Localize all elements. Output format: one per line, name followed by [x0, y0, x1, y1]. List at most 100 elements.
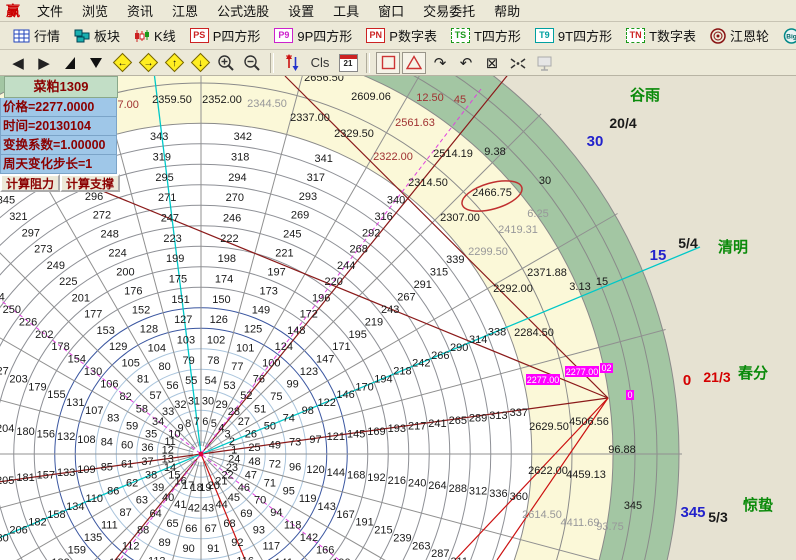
- menu-browse[interactable]: 浏览: [80, 0, 110, 21]
- svg-text:156: 156: [37, 429, 55, 441]
- menu-gann[interactable]: 江恩: [170, 0, 200, 21]
- blocks-button[interactable]: 板块: [69, 24, 125, 47]
- t9-square-button[interactable]: T9 9T四方形: [530, 24, 617, 47]
- prev-button[interactable]: ◀: [6, 52, 30, 74]
- converge-button[interactable]: [506, 52, 530, 74]
- svg-text:345: 345: [680, 504, 705, 521]
- svg-text:95: 95: [283, 485, 295, 497]
- svg-text:52: 52: [240, 390, 252, 402]
- pan-left-button[interactable]: ←: [110, 52, 134, 74]
- gann-wheel-button[interactable]: 江恩轮: [705, 24, 774, 47]
- svg-text:195: 195: [349, 329, 367, 341]
- next-button[interactable]: ▶: [32, 52, 56, 74]
- kline-button[interactable]: K线: [129, 24, 181, 47]
- toolbar-separator: [270, 53, 274, 73]
- rotate-ccw-button[interactable]: ↶: [454, 52, 478, 74]
- svg-text:2371.88: 2371.88: [527, 267, 567, 279]
- svg-text:338: 338: [488, 326, 506, 338]
- svg-text:267: 267: [397, 291, 415, 303]
- t-number-table-button[interactable]: TN T数字表: [621, 24, 701, 47]
- zoom-out-button[interactable]: [240, 52, 264, 74]
- svg-text:153: 153: [97, 325, 115, 337]
- svg-text:惊蛰: 惊蛰: [743, 496, 773, 514]
- svg-text:28: 28: [228, 406, 240, 418]
- pan-up-button[interactable]: ↑: [162, 52, 186, 74]
- svg-text:174: 174: [215, 274, 233, 286]
- calendar-button[interactable]: 21: [336, 52, 360, 74]
- menu-news[interactable]: 资讯: [125, 0, 155, 21]
- menu-file[interactable]: 文件: [35, 0, 65, 21]
- svg-text:←: ←: [117, 58, 127, 69]
- pan-down-icon: ↓: [190, 52, 211, 73]
- svg-text:36: 36: [141, 442, 153, 454]
- svg-text:120: 120: [306, 464, 324, 476]
- calc-support-button[interactable]: 计算支撑: [60, 174, 120, 192]
- svg-text:69: 69: [240, 508, 252, 520]
- winner-wheel-button[interactable]: Big 赢家轮: [778, 24, 796, 47]
- toolbar-separator: [366, 53, 370, 73]
- svg-text:175: 175: [169, 274, 187, 286]
- svg-text:291: 291: [414, 279, 432, 291]
- menu-trade-order[interactable]: 交易委托: [421, 0, 477, 21]
- svg-text:83: 83: [107, 413, 119, 425]
- svg-text:317: 317: [307, 172, 325, 184]
- menu-window[interactable]: 窗口: [376, 0, 406, 21]
- svg-text:2314.50: 2314.50: [408, 177, 448, 189]
- svg-text:319: 319: [153, 152, 171, 164]
- svg-text:266: 266: [431, 350, 449, 362]
- svg-text:57: 57: [150, 390, 162, 402]
- pan-down-button[interactable]: ↓: [188, 52, 212, 74]
- square-tool-button[interactable]: [376, 52, 400, 74]
- instrument-info-panel: 菜粕1309 价格=2277.0000 时间=20130104 变换系数=1.0…: [0, 76, 120, 192]
- svg-text:268: 268: [349, 244, 367, 256]
- delete-box-button[interactable]: ⊠: [480, 52, 504, 74]
- conversion-factor-row: 变换系数=1.00000: [0, 136, 117, 155]
- rotate-back-button[interactable]: [58, 52, 82, 74]
- gann-wheel-icon: [710, 28, 726, 44]
- svg-text:177: 177: [84, 309, 102, 321]
- svg-text:167: 167: [336, 509, 354, 521]
- svg-text:97: 97: [309, 434, 321, 446]
- svg-text:68: 68: [223, 518, 235, 530]
- svg-text:3.13: 3.13: [569, 281, 590, 293]
- chart-toolbar: ◀ ▶ ← → ↑ ↓ Cls 21 ↷ ↶ ⊠: [0, 50, 796, 76]
- menu-tools[interactable]: 工具: [331, 0, 361, 21]
- svg-text:67: 67: [205, 523, 217, 535]
- svg-text:249: 249: [47, 260, 65, 272]
- svg-text:297: 297: [22, 227, 40, 239]
- svg-text:98: 98: [302, 405, 314, 417]
- screen-button[interactable]: [532, 52, 556, 74]
- p9-square-button[interactable]: P9 9P四方形: [269, 24, 357, 47]
- screen-icon: [536, 55, 553, 71]
- svg-text:2614.50: 2614.50: [522, 509, 562, 521]
- menu-settings[interactable]: 设置: [286, 0, 316, 21]
- svg-text:2609.06: 2609.06: [351, 91, 391, 103]
- cls-button[interactable]: Cls: [306, 52, 334, 74]
- svg-text:321: 321: [9, 211, 27, 223]
- svg-text:61: 61: [121, 459, 133, 471]
- pn-icon: PN: [366, 28, 385, 43]
- svg-text:2277.00: 2277.00: [527, 375, 560, 385]
- svg-text:春分: 春分: [738, 364, 768, 382]
- svg-text:243: 243: [381, 304, 399, 316]
- calc-resistance-button[interactable]: 计算阻力: [0, 174, 60, 192]
- svg-text:179: 179: [28, 381, 46, 393]
- rotate-forward-button[interactable]: [84, 52, 108, 74]
- p-number-table-button[interactable]: PN P数字表: [361, 24, 442, 47]
- svg-text:152: 152: [132, 304, 150, 316]
- svg-text:74: 74: [283, 413, 295, 425]
- rotate-cw-button[interactable]: ↷: [428, 52, 452, 74]
- p-square-button[interactable]: PS P四方形: [185, 24, 266, 47]
- pan-right-button[interactable]: →: [136, 52, 160, 74]
- svg-text:263: 263: [412, 540, 430, 552]
- svg-text:339: 339: [446, 254, 464, 266]
- quotes-button[interactable]: 行情: [8, 24, 65, 47]
- triangle-tool-button[interactable]: [402, 52, 426, 74]
- zoom-in-button[interactable]: [214, 52, 238, 74]
- svg-text:292: 292: [362, 227, 380, 239]
- svg-text:2277.00: 2277.00: [566, 367, 599, 377]
- t-square-button[interactable]: TS T四方形: [446, 24, 526, 47]
- menu-formula-stockpick[interactable]: 公式选股: [215, 0, 271, 21]
- menu-help[interactable]: 帮助: [492, 0, 522, 21]
- invert-price-button[interactable]: [280, 52, 304, 74]
